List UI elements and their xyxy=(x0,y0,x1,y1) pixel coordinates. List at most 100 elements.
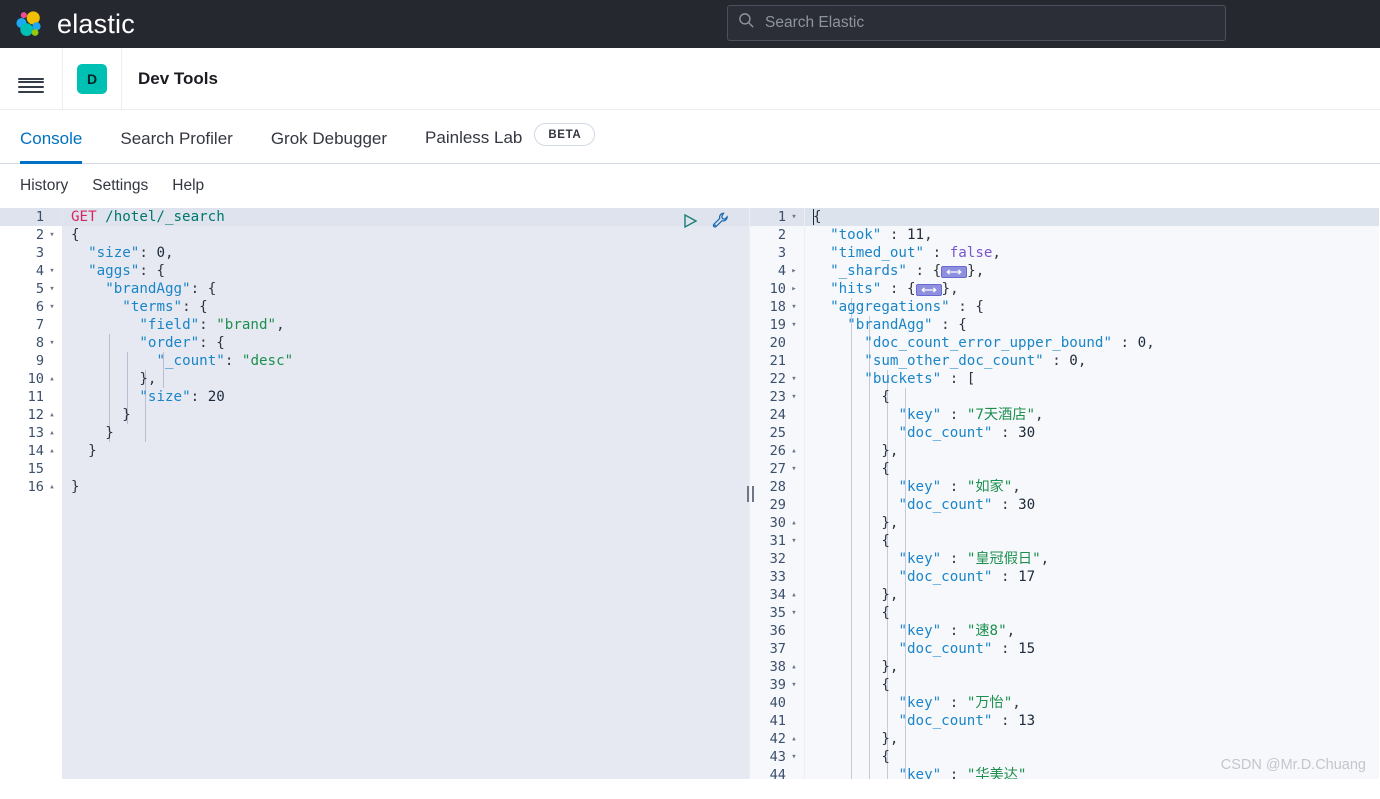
code-line[interactable]: { xyxy=(805,532,1379,550)
code-line[interactable]: }, xyxy=(805,658,1379,676)
fold-toggle-icon[interactable]: ▴ xyxy=(46,406,58,424)
fold-toggle-icon[interactable]: ▴ xyxy=(46,370,58,388)
fold-toggle-icon[interactable]: ▾ xyxy=(46,280,58,298)
global-chrome-bar: elastic Search Elastic xyxy=(0,0,1380,48)
code-line[interactable]: "terms": { xyxy=(63,298,749,316)
code-line[interactable]: "size": 20 xyxy=(63,388,749,406)
code-line[interactable]: }, xyxy=(805,442,1379,460)
fold-toggle-icon[interactable]: ▾ xyxy=(788,370,800,388)
code-line[interactable]: }, xyxy=(805,514,1379,532)
fold-toggle-icon[interactable]: ▴ xyxy=(46,478,58,496)
code-line[interactable]: "timed_out" : false, xyxy=(805,244,1379,262)
code-line[interactable]: "doc_count_error_upper_bound" : 0, xyxy=(805,334,1379,352)
fold-toggle-icon[interactable]: ▾ xyxy=(788,208,800,226)
fold-toggle-icon[interactable]: ▾ xyxy=(788,532,800,550)
code-line[interactable]: "doc_count" : 30 xyxy=(805,424,1379,442)
submenu-item-history[interactable]: History xyxy=(20,177,68,195)
fold-toggle-icon[interactable]: ▴ xyxy=(788,658,800,676)
code-line[interactable]: "key" : "速8", xyxy=(805,622,1379,640)
code-line[interactable]: { xyxy=(805,208,1379,226)
fold-toggle-icon[interactable]: ▾ xyxy=(46,334,58,352)
line-number: 12 ▴ xyxy=(0,406,62,424)
code-line[interactable]: "key" : "如家", xyxy=(805,478,1379,496)
code-line[interactable]: } xyxy=(63,406,749,424)
code-line[interactable] xyxy=(63,460,749,478)
response-viewer[interactable]: 1 ▾ 2 3 4 ▸ 10 ▸ 18 ▾ 19 ▾ 20 21 22 ▾ 23 ▾ 24 25 26 ▴ 27 ▾ 28 29 3… xyxy=(750,208,1379,779)
fold-toggle-icon[interactable]: ▴ xyxy=(46,442,58,460)
global-search-input[interactable]: Search Elastic xyxy=(727,5,1226,41)
code-line[interactable]: { xyxy=(63,226,749,244)
fold-toggle-icon[interactable]: ▴ xyxy=(788,586,800,604)
code-line[interactable]: { xyxy=(805,388,1379,406)
code-line[interactable]: "key" : "7天酒店", xyxy=(805,406,1379,424)
fold-toggle-icon[interactable]: ▾ xyxy=(788,748,800,766)
code-line[interactable]: "order": { xyxy=(63,334,749,352)
fold-toggle-icon[interactable]: ▾ xyxy=(46,226,58,244)
collapsed-object-badge[interactable] xyxy=(941,266,968,278)
fold-toggle-icon[interactable]: ▴ xyxy=(788,730,800,748)
fold-toggle-icon[interactable]: ▾ xyxy=(788,316,800,334)
code-line[interactable]: "aggregations" : { xyxy=(805,298,1379,316)
code-line[interactable]: { xyxy=(805,676,1379,694)
code-line[interactable]: "doc_count" : 13 xyxy=(805,712,1379,730)
code-line[interactable]: "sum_other_doc_count" : 0, xyxy=(805,352,1379,370)
code-line[interactable]: "brandAgg" : { xyxy=(805,316,1379,334)
code-line[interactable]: }, xyxy=(805,730,1379,748)
fold-toggle-icon[interactable]: ▾ xyxy=(788,676,800,694)
response-code-area[interactable]: { "took" : 11, "timed_out" : false, "_sh… xyxy=(805,208,1379,779)
code-line[interactable]: "field": "brand", xyxy=(63,316,749,334)
code-line[interactable]: "key" : "皇冠假日", xyxy=(805,550,1379,568)
code-line[interactable]: "doc_count" : 17 xyxy=(805,568,1379,586)
wrench-icon[interactable] xyxy=(711,211,730,230)
code-line[interactable]: "_shards" : {}, xyxy=(805,262,1379,280)
fold-toggle-icon[interactable]: ▾ xyxy=(788,460,800,478)
request-code-area[interactable]: GET /hotel/_search{ "size": 0, "aggs": {… xyxy=(63,208,749,779)
code-line[interactable]: GET /hotel/_search xyxy=(63,208,749,226)
play-triangle-icon[interactable] xyxy=(681,212,699,230)
code-line[interactable]: "doc_count" : 15 xyxy=(805,640,1379,658)
submenu-item-settings[interactable]: Settings xyxy=(92,177,148,195)
code-line[interactable]: { xyxy=(805,604,1379,622)
code-line[interactable]: }, xyxy=(63,370,749,388)
request-editor[interactable]: 1 2 ▾ 3 4 ▾ 5 ▾ 6 ▾ 7 8 ▾ 9 10 ▴ 11 12 ▴ 13 ▴ 14 ▴ 15 16 ▴ GET /h… xyxy=(0,208,750,779)
code-line[interactable]: "took" : 11, xyxy=(805,226,1379,244)
code-line[interactable]: } xyxy=(63,478,749,496)
code-line[interactable]: "size": 0, xyxy=(63,244,749,262)
code-line[interactable]: "hits" : {}, xyxy=(805,280,1379,298)
primary-tabs: Console Search Profiler Grok Debugger Pa… xyxy=(0,110,1380,164)
tab-painless-lab-label: Painless Lab xyxy=(425,127,523,147)
app-badge[interactable]: D xyxy=(77,63,107,94)
code-line[interactable]: "_count": "desc" xyxy=(63,352,749,370)
code-line[interactable]: } xyxy=(63,424,749,442)
tab-painless-lab[interactable]: Painless Lab BETA xyxy=(425,123,596,163)
fold-toggle-icon[interactable]: ▴ xyxy=(788,442,800,460)
code-line[interactable]: "brandAgg": { xyxy=(63,280,749,298)
code-line[interactable]: }, xyxy=(805,586,1379,604)
fold-toggle-icon[interactable]: ▾ xyxy=(46,298,58,316)
code-line[interactable]: "doc_count" : 30 xyxy=(805,496,1379,514)
fold-toggle-icon[interactable]: ▾ xyxy=(46,262,58,280)
tab-console[interactable]: Console xyxy=(20,129,83,164)
fold-toggle-icon[interactable]: ▸ xyxy=(788,280,800,298)
code-line[interactable]: } xyxy=(63,442,749,460)
line-number: 15 xyxy=(27,461,44,477)
pane-splitter[interactable] xyxy=(739,208,761,779)
line-number: 7 xyxy=(35,317,44,333)
hamburger-menu-icon[interactable] xyxy=(0,48,62,110)
code-line[interactable]: "aggs": { xyxy=(63,262,749,280)
line-number: 16 ▴ xyxy=(0,478,62,496)
code-line[interactable]: "key" : "万怡", xyxy=(805,694,1379,712)
code-line[interactable]: { xyxy=(805,460,1379,478)
fold-toggle-icon[interactable]: ▴ xyxy=(46,424,58,442)
collapsed-object-badge[interactable] xyxy=(915,284,942,296)
brand[interactable]: elastic xyxy=(0,9,135,40)
code-line[interactable]: "buckets" : [ xyxy=(805,370,1379,388)
fold-toggle-icon[interactable]: ▾ xyxy=(788,604,800,622)
fold-toggle-icon[interactable]: ▾ xyxy=(788,298,800,316)
tab-search-profiler[interactable]: Search Profiler xyxy=(120,129,232,163)
fold-toggle-icon[interactable]: ▸ xyxy=(788,262,800,280)
tab-grok-debugger[interactable]: Grok Debugger xyxy=(271,129,387,163)
submenu-item-help[interactable]: Help xyxy=(172,177,204,195)
fold-toggle-icon[interactable]: ▾ xyxy=(788,388,800,406)
fold-toggle-icon[interactable]: ▴ xyxy=(788,514,800,532)
